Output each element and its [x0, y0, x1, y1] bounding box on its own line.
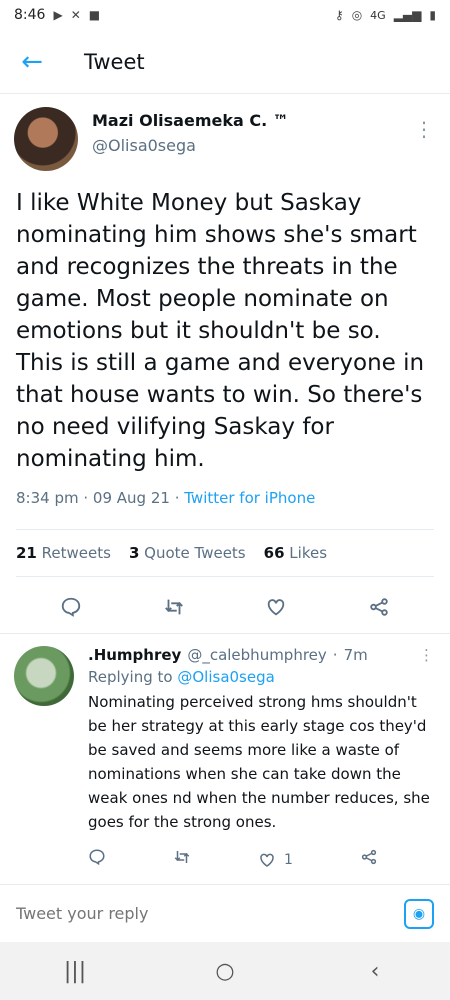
- reply-text: Nominating perceived strong hms shouldn'…: [88, 693, 430, 831]
- likes-stat[interactable]: 66 Likes: [264, 544, 327, 562]
- reply-author-name[interactable]: .Humphrey: [88, 646, 181, 664]
- reply-reply-icon[interactable]: [88, 848, 106, 871]
- tweet-author-row: Mazi Olisaemeka C. ™ @Olisa0sega ⋮: [0, 95, 450, 171]
- replying-to: Replying to @Olisa0sega: [88, 668, 434, 686]
- network-type: 4G: [370, 8, 386, 22]
- reply-like-icon: [260, 853, 274, 867]
- author-name[interactable]: Mazi Olisaemeka C. ™: [92, 111, 414, 130]
- missed-call-icon: ✕: [70, 8, 81, 22]
- tweet-meta: 8:34 pm · 09 Aug 21 · Twitter for iPhone: [0, 475, 450, 507]
- reply-input[interactable]: [16, 904, 404, 923]
- share-icon[interactable]: [368, 596, 390, 618]
- meta-dot: ·: [83, 489, 93, 507]
- page-title: Tweet: [84, 49, 145, 74]
- replying-to-label: Replying to: [88, 668, 173, 686]
- back-icon[interactable]: ‹: [345, 959, 405, 984]
- quotes-count: 3: [128, 544, 140, 562]
- reply-more-options-icon[interactable]: ⋮: [419, 646, 434, 664]
- home-icon[interactable]: ○: [195, 959, 255, 984]
- tweet-date: 09 Aug 21: [92, 489, 170, 507]
- reply-actions: 1: [88, 834, 378, 871]
- reply-avatar[interactable]: [14, 646, 74, 706]
- tweet-time: 8:34 pm: [16, 489, 79, 507]
- retweet-icon[interactable]: [163, 596, 185, 618]
- main-tweet: Mazi Olisaemeka C. ™ @Olisa0sega ⋮ I lik…: [0, 95, 450, 637]
- quotes-label: Quote Tweets: [144, 544, 246, 562]
- status-time: 8:46: [14, 7, 46, 23]
- media-icon: ▶: [53, 8, 63, 22]
- likes-count: 66: [263, 544, 285, 562]
- reply-body: .Humphrey @_calebhumphrey · 7m ⋮ Replyin…: [88, 646, 434, 871]
- back-arrow-icon[interactable]: ←: [0, 30, 64, 94]
- wifi-icon: ◎: [351, 8, 363, 22]
- reply-tweet[interactable]: .Humphrey @_calebhumphrey · 7m ⋮ Replyin…: [0, 633, 450, 871]
- status-bar: 8:46 ▶ ✕ ■ ⚷ ◎ 4G ▂▄▆ ▮: [0, 0, 450, 30]
- battery-icon: ▮: [429, 8, 436, 22]
- more-options-icon[interactable]: ⋮: [414, 107, 434, 171]
- reply-share-icon[interactable]: [360, 848, 378, 871]
- author-info: Mazi Olisaemeka C. ™ @Olisa0sega: [92, 107, 414, 171]
- retweets-count: 21: [16, 544, 37, 562]
- tweet-source-link[interactable]: Twitter for iPhone: [184, 489, 315, 507]
- key-icon: ⚷: [334, 8, 344, 22]
- reply-header: .Humphrey @_calebhumphrey · 7m ⋮: [88, 646, 434, 664]
- reply-author-handle[interactable]: @_calebhumphrey: [187, 646, 326, 664]
- top-app-bar: ← Tweet: [0, 30, 450, 94]
- signal-icon: ▂▄▆: [393, 8, 422, 22]
- reply-retweet-icon[interactable]: [173, 848, 191, 871]
- reply-time: 7m: [343, 646, 368, 664]
- meta-dot: ·: [332, 646, 338, 664]
- retweets-label: Retweets: [41, 544, 111, 562]
- reply-icon[interactable]: [60, 596, 82, 618]
- camera-icon[interactable]: ◉: [404, 898, 434, 929]
- android-nav-bar: ||| ○ ‹: [0, 942, 450, 1000]
- recent-apps-icon[interactable]: |||: [45, 959, 105, 984]
- reply-like-button[interactable]: 1: [258, 851, 293, 869]
- vpn-icon: ■: [88, 8, 101, 22]
- tweet-text: I like White Money but Saskay nominating…: [16, 190, 425, 472]
- tweet-stats: 21 Retweets 3 Quote Tweets 66 Likes: [0, 530, 450, 576]
- meta-dot: ·: [174, 489, 185, 507]
- like-icon[interactable]: [265, 596, 287, 618]
- reply-composer: ◉: [0, 884, 450, 942]
- likes-label: Likes: [289, 544, 328, 562]
- tweet-actions: [0, 577, 450, 637]
- author-handle[interactable]: @Olisa0sega: [92, 136, 414, 155]
- reply-like-count: 1: [284, 851, 293, 868]
- retweets-stat[interactable]: 21 Retweets: [16, 544, 111, 562]
- replying-to-mention[interactable]: @Olisa0sega: [177, 668, 274, 686]
- quotes-stat[interactable]: 3 Quote Tweets: [129, 544, 246, 562]
- author-avatar[interactable]: [14, 107, 78, 171]
